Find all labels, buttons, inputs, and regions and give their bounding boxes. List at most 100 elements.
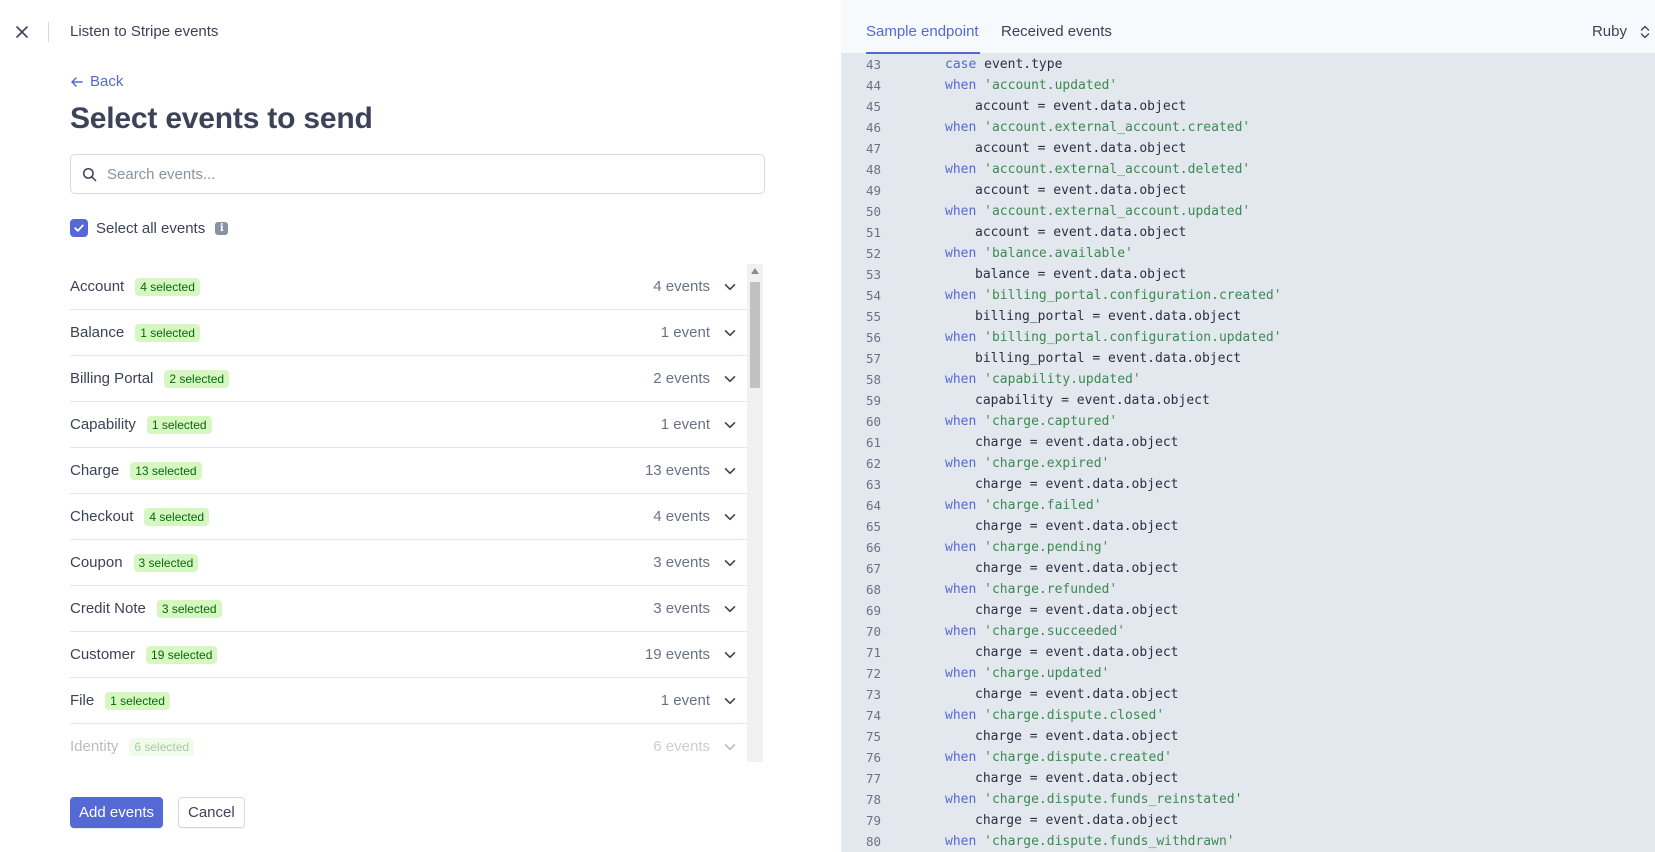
search-input[interactable] [107, 156, 764, 192]
scroll-thumb[interactable] [750, 282, 760, 388]
line-number: 57 [865, 351, 881, 366]
code-text: charge = event.data.object [975, 642, 1179, 663]
scroll-up-arrow[interactable] [751, 268, 759, 274]
tab-sample-endpoint[interactable]: Sample endpoint [866, 22, 979, 42]
code-string: 'account.external_account.created' [976, 120, 1251, 135]
event-group-row[interactable]: Identity 6 selected 6 events [70, 724, 747, 762]
event-group-row[interactable]: Checkout 4 selected 4 events [70, 494, 747, 540]
chevron-down-icon[interactable] [723, 694, 737, 708]
code-line: 51 account = event.data.object [841, 222, 1655, 243]
chevron-down-icon[interactable] [723, 510, 737, 524]
code-rest: charge = event.data.object [975, 603, 1179, 618]
code-keyword: when [945, 372, 977, 387]
code-line: 44 when 'account.updated' [841, 75, 1655, 96]
event-group-name: Credit Note [70, 600, 146, 617]
code-line: 49 account = event.data.object [841, 180, 1655, 201]
event-count: 1 event [660, 692, 710, 709]
code-text: when 'charge.succeeded' [945, 621, 1125, 642]
chevron-down-icon[interactable] [723, 372, 737, 386]
code-rest: event.type [976, 57, 1063, 72]
line-number: 75 [865, 729, 881, 744]
event-group-row[interactable]: Coupon 3 selected 3 events [70, 540, 747, 586]
event-group-row[interactable]: Balance 1 selected 1 event [70, 310, 747, 356]
event-group-row[interactable]: Billing Portal 2 selected 2 events [70, 356, 747, 402]
code-text: when 'charge.dispute.created' [945, 747, 1172, 768]
select-all-checkbox[interactable] [70, 219, 88, 237]
chevron-down-icon[interactable] [723, 464, 737, 478]
code-rest: charge = event.data.object [975, 813, 1179, 828]
selected-badge: 3 selected [156, 599, 222, 618]
select-all-row: Select all events i [70, 218, 229, 238]
top-bar: Listen to Stripe events [0, 0, 841, 64]
event-count: 2 events [653, 370, 710, 387]
code-line: 58 when 'capability.updated' [841, 369, 1655, 390]
code-rest: charge = event.data.object [975, 687, 1179, 702]
code-text: billing_portal = event.data.object [975, 348, 1241, 369]
code-keyword: when [945, 666, 977, 681]
event-group-row[interactable]: Credit Note 3 selected 3 events [70, 586, 747, 632]
line-number: 63 [865, 477, 881, 492]
language-select[interactable]: Ruby [1592, 22, 1651, 42]
info-icon[interactable]: i [215, 221, 229, 235]
code-text: when 'charge.dispute.funds_reinstated' [945, 789, 1242, 810]
code-line: 66 when 'charge.pending' [841, 537, 1655, 558]
list-scrollbar[interactable] [747, 264, 763, 762]
code-line: 76 when 'charge.dispute.created' [841, 747, 1655, 768]
code-text: when 'account.updated' [945, 75, 1117, 96]
code-keyword: when [945, 456, 977, 471]
chevron-down-icon[interactable] [723, 280, 737, 294]
code-line: 52 when 'balance.available' [841, 243, 1655, 264]
code-text: charge = event.data.object [975, 474, 1179, 495]
code-text: balance = event.data.object [975, 264, 1186, 285]
code-text: account = event.data.object [975, 180, 1186, 201]
line-number: 64 [865, 498, 881, 513]
code-line: 70 when 'charge.succeeded' [841, 621, 1655, 642]
code-line: 64 when 'charge.failed' [841, 495, 1655, 516]
event-count: 1 event [660, 324, 710, 341]
code-line: 43 case event.type [841, 54, 1655, 75]
code-tabs-bar: Sample endpoint Received events Ruby [841, 0, 1655, 54]
chevron-down-icon[interactable] [723, 740, 737, 754]
code-line: 55 billing_portal = event.data.object [841, 306, 1655, 327]
code-keyword: when [945, 246, 977, 261]
code-text: when 'charge.dispute.closed' [945, 705, 1164, 726]
cancel-button[interactable]: Cancel [178, 797, 245, 828]
event-group-name: Customer [70, 646, 136, 663]
code-text: when 'billing_portal.configuration.creat… [945, 285, 1282, 306]
line-number: 46 [865, 120, 881, 135]
event-count: 13 events [644, 462, 710, 479]
event-group-name: Capability [70, 416, 136, 433]
event-group-row[interactable]: Customer 19 selected 19 events [70, 632, 747, 678]
window-title: Listen to Stripe events [70, 23, 219, 40]
line-number: 55 [865, 309, 881, 324]
tab-received-events[interactable]: Received events [1001, 22, 1112, 42]
code-string: 'charge.refunded' [976, 582, 1118, 597]
code-text: when 'charge.dispute.funds_withdrawn' [945, 831, 1235, 852]
add-events-button[interactable]: Add events [70, 797, 164, 828]
code-text: charge = event.data.object [975, 600, 1179, 621]
code-line: 65 charge = event.data.object [841, 516, 1655, 537]
event-group-row[interactable]: Charge 13 selected 13 events [70, 448, 747, 494]
event-group-row[interactable]: Account 4 selected 4 events [70, 264, 747, 310]
close-button[interactable] [12, 22, 32, 42]
chevron-down-icon[interactable] [723, 648, 737, 662]
event-group-row[interactable]: Capability 1 selected 1 event [70, 402, 747, 448]
chevron-down-icon[interactable] [723, 418, 737, 432]
code-keyword: when [945, 750, 977, 765]
code-line: 80 when 'charge.dispute.funds_withdrawn' [841, 831, 1655, 852]
chevron-down-icon[interactable] [723, 556, 737, 570]
back-link[interactable]: Back [70, 72, 123, 92]
line-number: 74 [865, 708, 881, 723]
chevron-down-icon[interactable] [723, 326, 737, 340]
code-string: 'charge.dispute.funds_withdrawn' [976, 834, 1235, 849]
code-text: charge = event.data.object [975, 558, 1179, 579]
event-count: 4 events [653, 508, 710, 525]
code-rest: charge = event.data.object [975, 435, 1179, 450]
line-number: 69 [865, 603, 881, 618]
chevron-down-icon[interactable] [723, 602, 737, 616]
line-number: 51 [865, 225, 881, 240]
divider [48, 22, 49, 42]
event-group-row[interactable]: File 1 selected 1 event [70, 678, 747, 724]
line-number: 70 [865, 624, 881, 639]
arrow-left-icon [71, 77, 83, 87]
